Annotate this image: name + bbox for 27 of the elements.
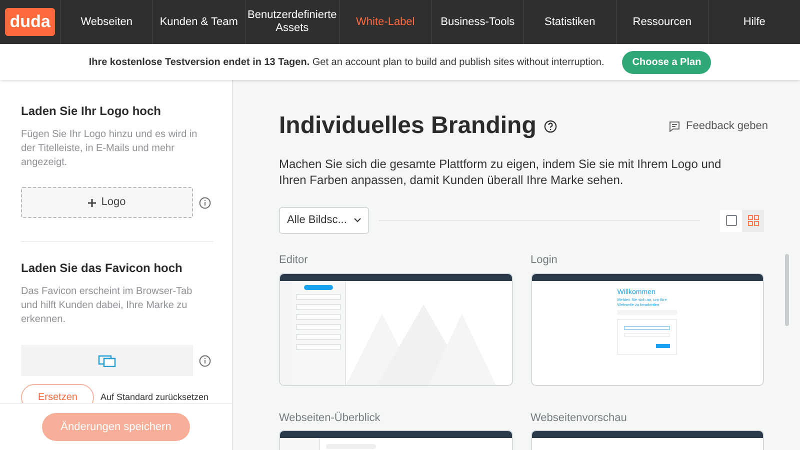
info-icon[interactable]: [199, 196, 211, 208]
page-title: Individuelles Branding: [279, 111, 536, 141]
scrollbar[interactable]: [785, 254, 789, 326]
plus-icon: [88, 198, 96, 206]
help-icon[interactable]: [544, 120, 558, 132]
square-icon: [726, 215, 736, 226]
feedback-link[interactable]: Feedback geben: [669, 118, 768, 134]
single-view-button[interactable]: [720, 210, 742, 232]
preview-label: Webseiten-Überblick: [279, 410, 382, 426]
section-description: Das Favicon erscheint im Browser-Tab und hilft Kunden dabei, Ihre Marke zu erkennen.: [21, 285, 194, 327]
preview-label: Editor: [279, 253, 309, 268]
section-description: Fügen Sie Ihr Logo hinzu und es wird in der Titelleiste, in E-Mails und mehr angezeigt.: [21, 128, 198, 170]
chevron-down-icon: [354, 218, 361, 223]
reset-link[interactable]: Auf Standard zurücksetzen: [100, 390, 209, 403]
page-description: Machen Sie sich die gesamte Plattform zu eigen, indem Sie sie mit Ihrem Logo und Ihren Farben anpassen, damit Kunden überall Ihre Marke sehen.: [279, 156, 722, 188]
info-icon[interactable]: [199, 354, 211, 366]
grid-icon: [748, 215, 758, 226]
chat-icon: [669, 120, 680, 132]
preview-label: Webseitenvorschau: [530, 410, 628, 426]
trial-message: Ihre kostenlose Testversion endet in 13 Tagen. Get an account plan to build and publish sites without interruption.: [88, 56, 604, 70]
section-title: Laden Sie Ihr Logo hoch: [21, 103, 162, 120]
preview-label: Login: [530, 253, 558, 268]
section-title: Laden Sie das Favicon hoch: [21, 260, 184, 277]
logo-upload-button[interactable]: Logo: [21, 187, 193, 218]
editor-screen-preview[interactable]: [279, 272, 512, 386]
screen-filter-dropdown[interactable]: Alle Bildsc...: [279, 207, 369, 234]
screens-icon: [98, 354, 116, 366]
